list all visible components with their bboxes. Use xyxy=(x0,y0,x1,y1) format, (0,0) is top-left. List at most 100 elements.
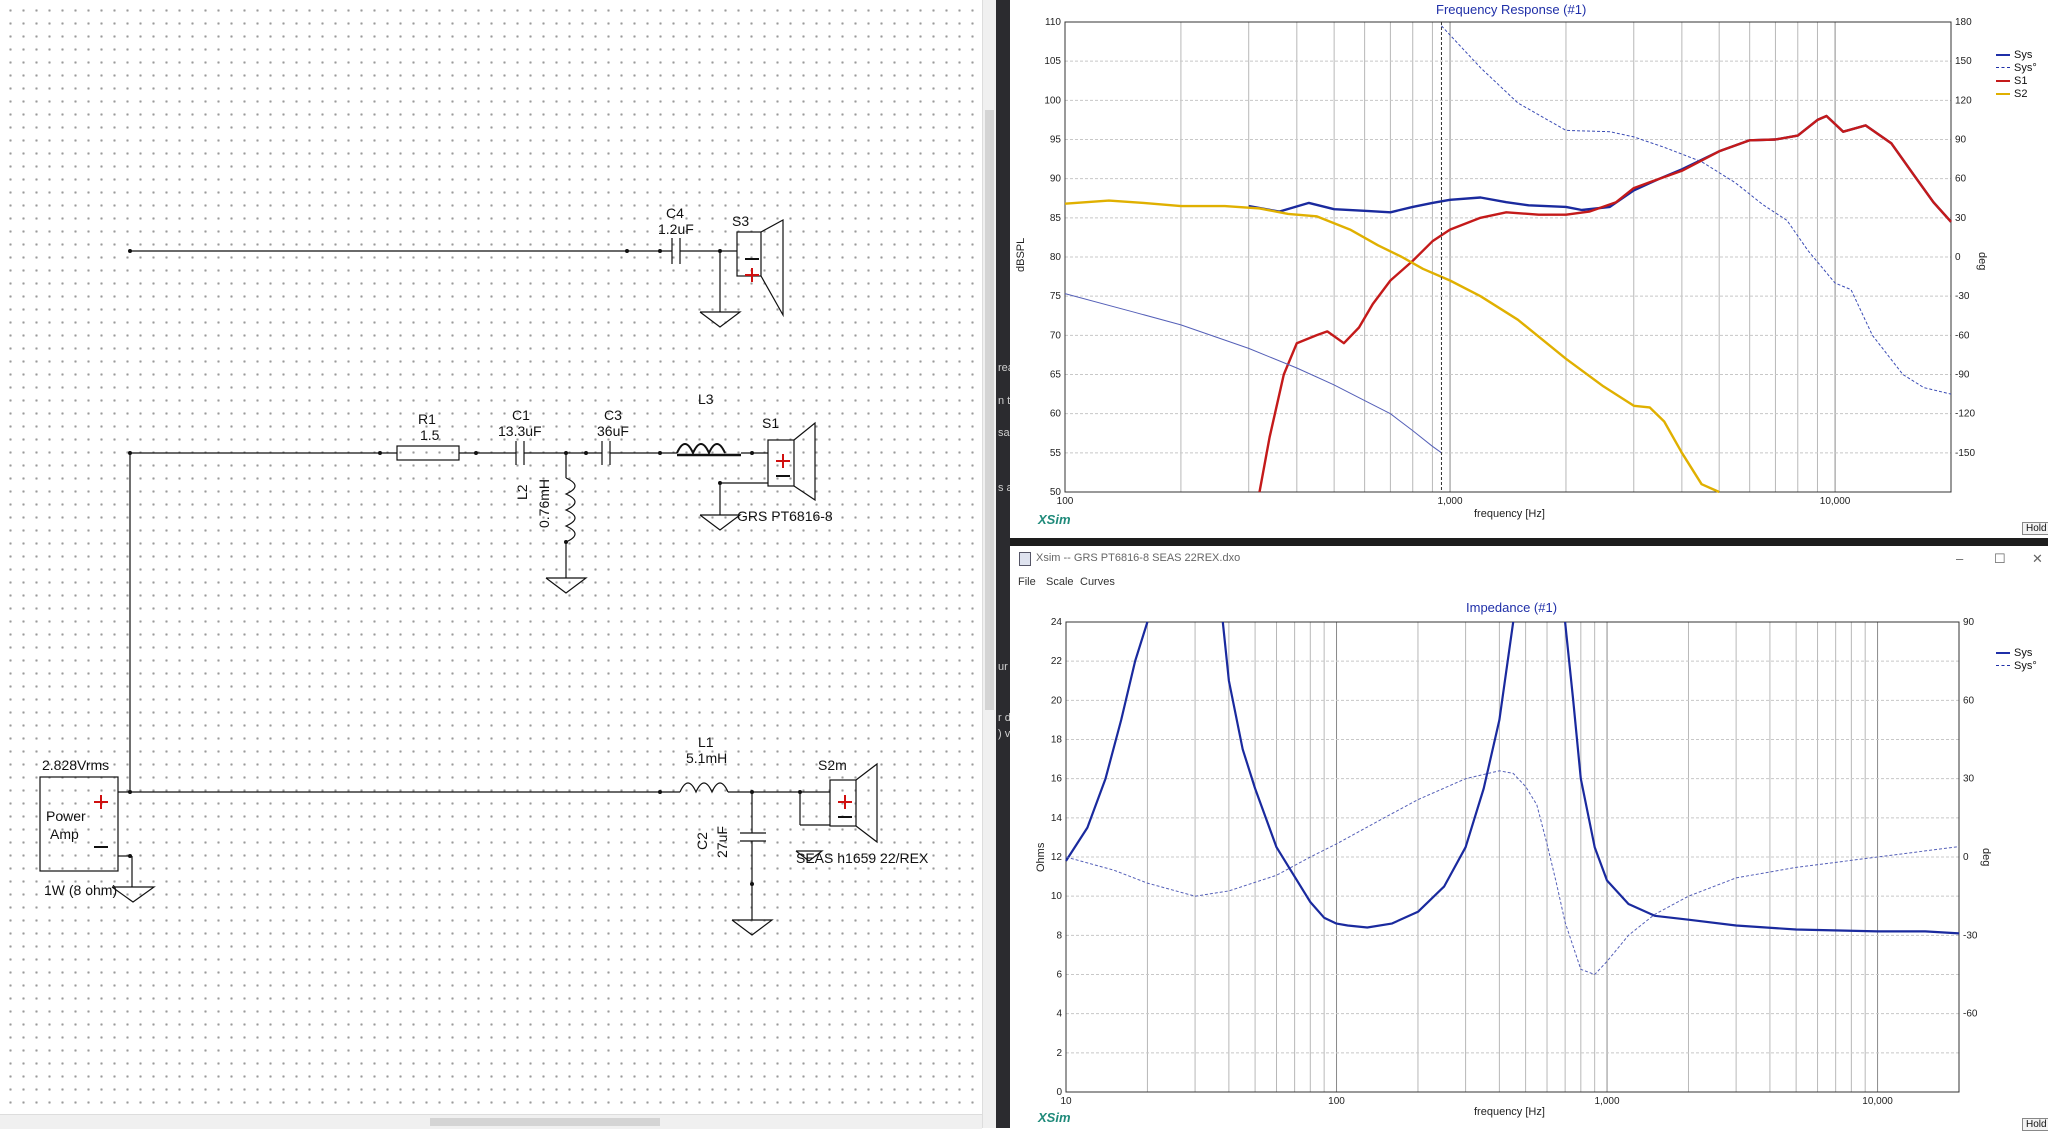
y2-tick-label: 60 xyxy=(1955,174,1967,185)
y-axis-label: Ohms xyxy=(1035,842,1047,872)
series-line-sys xyxy=(1064,293,1442,454)
c1-value: 13.3uF xyxy=(498,423,542,439)
y2-tick-label: 30 xyxy=(1963,774,1975,785)
frequency-response-window[interactable]: Frequency Response (#1) 50 55 60 65 70 75 80 85… xyxy=(1010,0,2048,538)
y2-tick-label: -120 xyxy=(1955,409,1975,420)
schematic-horizontal-scrollbar[interactable] xyxy=(0,1114,982,1129)
c3-value: 36uF xyxy=(597,423,629,439)
y2-tick-label: 60 xyxy=(1963,695,1975,706)
y-tick-label: 8 xyxy=(1056,930,1062,941)
legend-swatch xyxy=(1996,67,2010,68)
frequency-response-plot[interactable]: 50556065707580859095100105110-150-120-90… xyxy=(1010,0,2048,538)
y2-axis-label: deg xyxy=(1980,848,1992,867)
scrollbar-thumb[interactable] xyxy=(985,110,994,710)
l1-name: L1 xyxy=(698,734,714,750)
legend-entry: S2 xyxy=(1996,87,2037,100)
l2-name: L2 xyxy=(514,484,530,500)
amp-label-line2: Amp xyxy=(50,826,79,842)
x-tick-label: 10 xyxy=(1060,1096,1072,1107)
y-tick-label: 2 xyxy=(1056,1048,1062,1059)
y-tick-label: 90 xyxy=(1050,174,1062,185)
series-line-sys xyxy=(1065,621,1149,862)
series-line-s1 xyxy=(1258,114,1952,493)
legend-swatch xyxy=(1996,53,2010,56)
y-tick-label: 10 xyxy=(1051,891,1063,902)
legend-entry: S1 xyxy=(1996,74,2037,87)
legend-label: Sys° xyxy=(2014,659,2037,672)
chart-legend: Sys Sys° S1 S2 xyxy=(1996,48,2037,100)
series-line-s2 xyxy=(1064,199,1720,494)
y2-tick-label: 30 xyxy=(1955,213,1967,224)
hold-button[interactable]: Hold xyxy=(2022,1118,2048,1131)
c2-value: 27uF xyxy=(714,826,730,858)
strip-text: n t xyxy=(998,395,1011,407)
amp-power: 1W (8 ohm) xyxy=(44,882,118,898)
amp-label-line1: Power xyxy=(46,808,86,824)
c3-name: C3 xyxy=(604,407,622,423)
strip-text: r d xyxy=(998,712,1011,724)
amp-voltage: 2.828Vrms xyxy=(42,757,110,773)
y2-tick-label: 0 xyxy=(1963,852,1969,863)
l2-value: 0.76mH xyxy=(536,478,552,528)
legend-entry: Sys xyxy=(1996,48,2037,61)
y-tick-label: 105 xyxy=(1044,56,1061,67)
y2-tick-label: 90 xyxy=(1955,135,1967,146)
strip-text: sa xyxy=(998,427,1010,439)
l3-name: L3 xyxy=(698,391,714,407)
y-tick-label: 55 xyxy=(1050,448,1062,459)
x-axis-label: frequency [Hz] xyxy=(1474,508,1545,520)
y2-tick-label: -60 xyxy=(1963,1009,1978,1020)
strip-text: ) v xyxy=(998,728,1011,740)
s2m-name: S2m xyxy=(818,757,847,773)
xsim-watermark: XSim xyxy=(1038,1110,1071,1125)
y2-tick-label: -30 xyxy=(1955,291,1970,302)
x-tick-label: 10,000 xyxy=(1862,1096,1893,1107)
s2m-driver: SEAS h1659 22/REX xyxy=(796,850,929,866)
schematic-canvas[interactable]: C4 1.2uF S3 R1 1.5 C1 13.3uF C3 36uF L3 … xyxy=(0,0,982,1128)
c1-name: C1 xyxy=(512,407,530,423)
legend-label: S1 xyxy=(2014,74,2028,87)
y-tick-label: 18 xyxy=(1051,735,1063,746)
legend-swatch xyxy=(1996,92,2010,95)
y-tick-label: 60 xyxy=(1050,409,1062,420)
s3-name: S3 xyxy=(732,213,750,229)
impedance-window[interactable]: Xsim -- GRS PT6816-8 SEAS 22REX.dxo – ☐ … xyxy=(1010,546,2048,1131)
x-tick-label: 100 xyxy=(1057,496,1074,507)
y2-tick-label: 180 xyxy=(1955,17,1972,28)
xsim-watermark: XSim xyxy=(1038,512,1071,527)
y-tick-label: 20 xyxy=(1051,695,1063,706)
x-tick-label: 1,000 xyxy=(1595,1096,1620,1107)
legend-entry: Sys° xyxy=(1996,659,2037,672)
series-line-sys xyxy=(1441,25,1952,395)
y-tick-label: 70 xyxy=(1050,330,1062,341)
window-divider xyxy=(1010,538,2048,546)
scrollbar-thumb[interactable] xyxy=(430,1118,660,1126)
legend-label: Sys° xyxy=(2014,61,2037,74)
schematic-wiring xyxy=(39,218,878,936)
hold-button[interactable]: Hold xyxy=(2022,522,2048,535)
x-axis-label: frequency [Hz] xyxy=(1474,1106,1545,1118)
y-tick-label: 95 xyxy=(1050,135,1062,146)
y-tick-label: 80 xyxy=(1050,252,1062,263)
legend-label: S2 xyxy=(2014,87,2028,100)
s1-driver: GRS PT6816-8 xyxy=(737,508,833,524)
impedance-plot[interactable]: 024681012141618202224-60-30030609010 100 1… xyxy=(1010,546,2048,1128)
strip-text: ur xyxy=(998,661,1008,673)
legend-entry: Sys° xyxy=(1996,61,2037,74)
y2-tick-label: -90 xyxy=(1955,370,1970,381)
c4-value: 1.2uF xyxy=(658,221,694,237)
legend-entry: Sys xyxy=(1996,646,2037,659)
s1-name: S1 xyxy=(762,415,780,431)
y-tick-label: 16 xyxy=(1051,774,1063,785)
y-tick-label: 100 xyxy=(1044,95,1061,106)
schematic-vertical-scrollbar[interactable] xyxy=(982,0,997,1128)
c2-name: C2 xyxy=(694,832,710,850)
y-tick-label: 65 xyxy=(1050,370,1062,381)
l1-value: 5.1mH xyxy=(686,750,728,766)
series-line-sys xyxy=(1065,770,1960,975)
y-axis-label: dBSPL xyxy=(1015,237,1027,272)
r1-name: R1 xyxy=(418,411,436,427)
series-line-sys xyxy=(1221,621,1515,929)
y-tick-label: 14 xyxy=(1051,813,1063,824)
legend-swatch xyxy=(1996,665,2010,666)
